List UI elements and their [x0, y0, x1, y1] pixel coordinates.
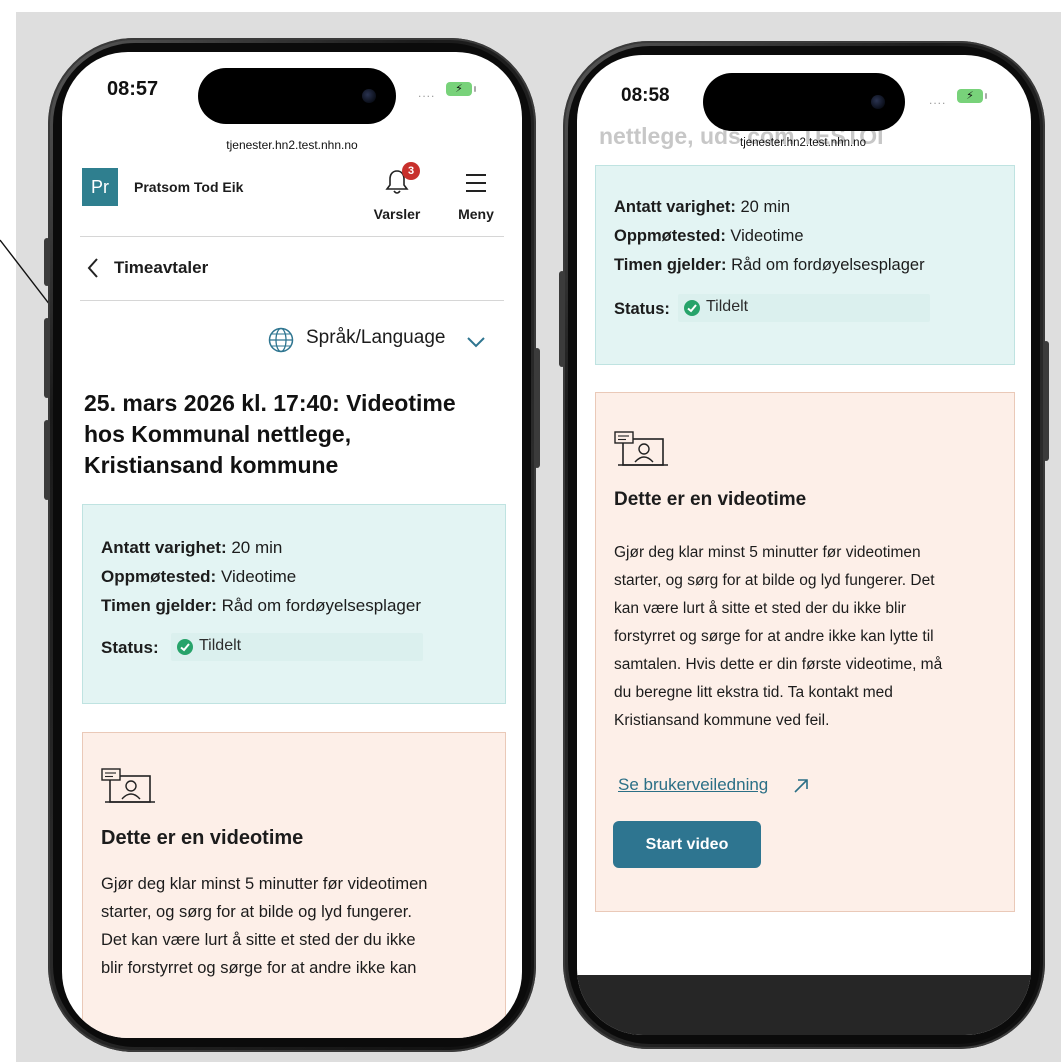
video-consultation-icon: [101, 768, 155, 803]
appointment-title: 25. mars 2026 kl. 17:40: Videotime hos K…: [84, 388, 504, 481]
video-info-line: forstyrret og sørge for at andre ikke ka…: [614, 628, 934, 645]
user-guide-link-label: Se brukerveiledning: [618, 775, 769, 794]
appointment-details-box: Antatt varighet: 20 min Oppmøtested: Vid…: [595, 165, 1015, 365]
dynamic-island: [703, 73, 905, 131]
duration-value: 20 min: [735, 198, 791, 216]
status-label: Status:: [614, 300, 670, 318]
globe-icon: [268, 327, 294, 353]
appointment-title-line: 25. mars 2026 kl. 17:40: Videotime: [84, 390, 456, 416]
page-footer: [577, 975, 1031, 1035]
status-badge: Tildelt: [678, 294, 930, 322]
external-link-arrow-icon: [794, 779, 808, 793]
duration-value: 20 min: [226, 538, 283, 557]
location-value: Videotime: [216, 567, 297, 586]
video-info-line: Gjør deg klar minst 5 minutter før video…: [614, 544, 921, 561]
phone-right: nettlege, uds com TESTOI 08:58 .... ⚡ tj…: [559, 41, 1049, 1049]
user-name: Pratsom Tod Eik: [134, 179, 244, 195]
appointment-title-line: hos Kommunal nettlege,: [84, 421, 352, 447]
video-info-line: Det kan være lurt å sitte et sted der du…: [101, 931, 416, 949]
duration-label: Antatt varighet:: [614, 198, 736, 216]
menu-label: Meny: [458, 206, 494, 222]
phone-volume-up-button: [44, 318, 50, 398]
duration-row: Antatt varighet: 20 min: [101, 538, 282, 558]
battery-icon: ⚡: [957, 89, 987, 103]
duration-label: Antatt varighet:: [101, 538, 227, 557]
battery-icon: ⚡: [446, 82, 476, 96]
location-label: Oppmøtested:: [101, 567, 217, 586]
video-consultation-icon: [614, 431, 668, 466]
video-info-title: Dette er en videotime: [614, 489, 807, 510]
status-time: 08:58: [621, 85, 670, 106]
location-value: Videotime: [725, 227, 804, 245]
start-video-button[interactable]: Start video: [613, 821, 761, 868]
signal-indicator: ....: [418, 86, 436, 100]
subject-row: Timen gjelder: Råd om fordøyelsesplager: [101, 596, 421, 616]
appointment-details-box: Antatt varighet: 20 min Oppmøtested: Vid…: [82, 504, 506, 704]
chevron-down-icon: [467, 337, 485, 348]
breadcrumb-divider: [80, 300, 504, 301]
browser-url[interactable]: tjenester.hn2.test.nhn.no: [62, 138, 522, 152]
back-chevron-icon: [87, 258, 98, 278]
status-value: Tildelt: [706, 298, 749, 315]
video-info-line: starter, og sørg for at bilde og lyd fun…: [101, 903, 412, 921]
browser-url[interactable]: tjenester.hn2.test.nhn.no: [653, 137, 953, 149]
video-info-line: du beregne litt ekstra tid. Ta kontakt m…: [614, 684, 893, 701]
video-info-box: Dette er en videotime Gjør deg klar mins…: [595, 392, 1015, 912]
phone-left-screen: 08:57 .... ⚡ tjenester.hn2.test.nhn.no P…: [62, 52, 522, 1038]
video-info-line: starter, og sørg for at bilde og lyd fun…: [614, 572, 935, 589]
check-circle-icon: [684, 300, 700, 316]
video-info-line: Kristiansand kommune ved feil.: [614, 712, 830, 729]
location-row: Oppmøtested: Videotime: [101, 567, 296, 587]
subject-label: Timen gjelder:: [614, 256, 727, 274]
video-info-line: blir forstyrret og sørge for at andre ik…: [101, 959, 417, 977]
video-info-box: Dette er en videotime Gjør deg klar mins…: [82, 732, 506, 1038]
back-link-label: Timeavtaler: [114, 258, 209, 277]
dynamic-island: [198, 68, 396, 124]
video-info-line: kan være lurt å sitte et sted der du ikk…: [614, 600, 907, 617]
phone-side-button: [44, 238, 50, 286]
hamburger-menu-icon: [466, 174, 486, 192]
video-info-text: Gjør deg klar minst 5 minutter før video…: [101, 870, 493, 982]
phone-power-button: [1043, 341, 1049, 461]
status-label: Status:: [101, 638, 159, 657]
video-info-line: samtalen. Hvis dette er din første video…: [614, 656, 943, 673]
phone-power-button: [534, 348, 540, 468]
camera-dot: [871, 95, 885, 109]
video-info-title: Dette er en videotime: [101, 827, 304, 849]
logo-badge[interactable]: Pr: [82, 168, 118, 206]
header-divider: [80, 236, 504, 237]
location-label: Oppmøtested:: [614, 227, 726, 245]
camera-dot: [362, 89, 376, 103]
status-value: Tildelt: [199, 637, 242, 654]
phone-volume-down-button: [44, 420, 50, 500]
video-info-text: Gjør deg klar minst 5 minutter før video…: [614, 539, 1010, 735]
subject-label: Timen gjelder:: [101, 596, 217, 615]
language-label: Språk/Language: [306, 327, 446, 348]
status-badge: Tildelt: [171, 633, 423, 661]
appointment-title-line: Kristiansand kommune: [84, 452, 339, 478]
phone-volume-button: [559, 271, 565, 367]
location-row: Oppmøtested: Videotime: [614, 227, 804, 246]
phone-right-screen: nettlege, uds com TESTOI 08:58 .... ⚡ tj…: [577, 55, 1031, 1035]
subject-row: Timen gjelder: Råd om fordøyelsesplager: [614, 256, 925, 275]
status-time: 08:57: [107, 78, 159, 100]
signal-indicator: ....: [929, 93, 947, 107]
duration-row: Antatt varighet: 20 min: [614, 198, 790, 217]
video-info-line: Gjør deg klar minst 5 minutter før video…: [101, 875, 428, 893]
check-circle-icon: [177, 639, 193, 655]
notifications-label: Varsler: [373, 206, 421, 222]
notifications-badge: 3: [402, 162, 420, 180]
subject-value: Råd om fordøyelsesplager: [726, 256, 925, 274]
phone-left: 08:57 .... ⚡ tjenester.hn2.test.nhn.no P…: [44, 38, 540, 1052]
subject-value: Råd om fordøyelsesplager: [216, 596, 421, 615]
